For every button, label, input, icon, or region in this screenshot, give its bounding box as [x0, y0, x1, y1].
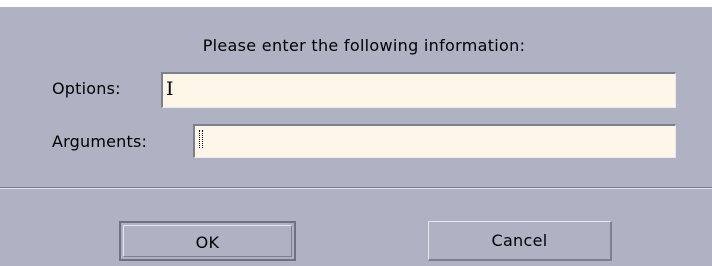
dialog-prompt: Please enter the following information:: [202, 36, 526, 55]
button-separator: [0, 187, 712, 189]
ok-button[interactable]: OK: [119, 221, 296, 261]
ok-button-label: OK: [123, 225, 292, 257]
cancel-button[interactable]: Cancel: [428, 221, 612, 261]
input-dialog: Please enter the following information: …: [0, 0, 712, 266]
arguments-input[interactable]: [193, 124, 676, 158]
arguments-label: Arguments:: [52, 132, 148, 151]
dialog-top-edge: [0, 0, 712, 7]
options-label: Options:: [52, 79, 121, 98]
options-input[interactable]: [161, 72, 676, 108]
